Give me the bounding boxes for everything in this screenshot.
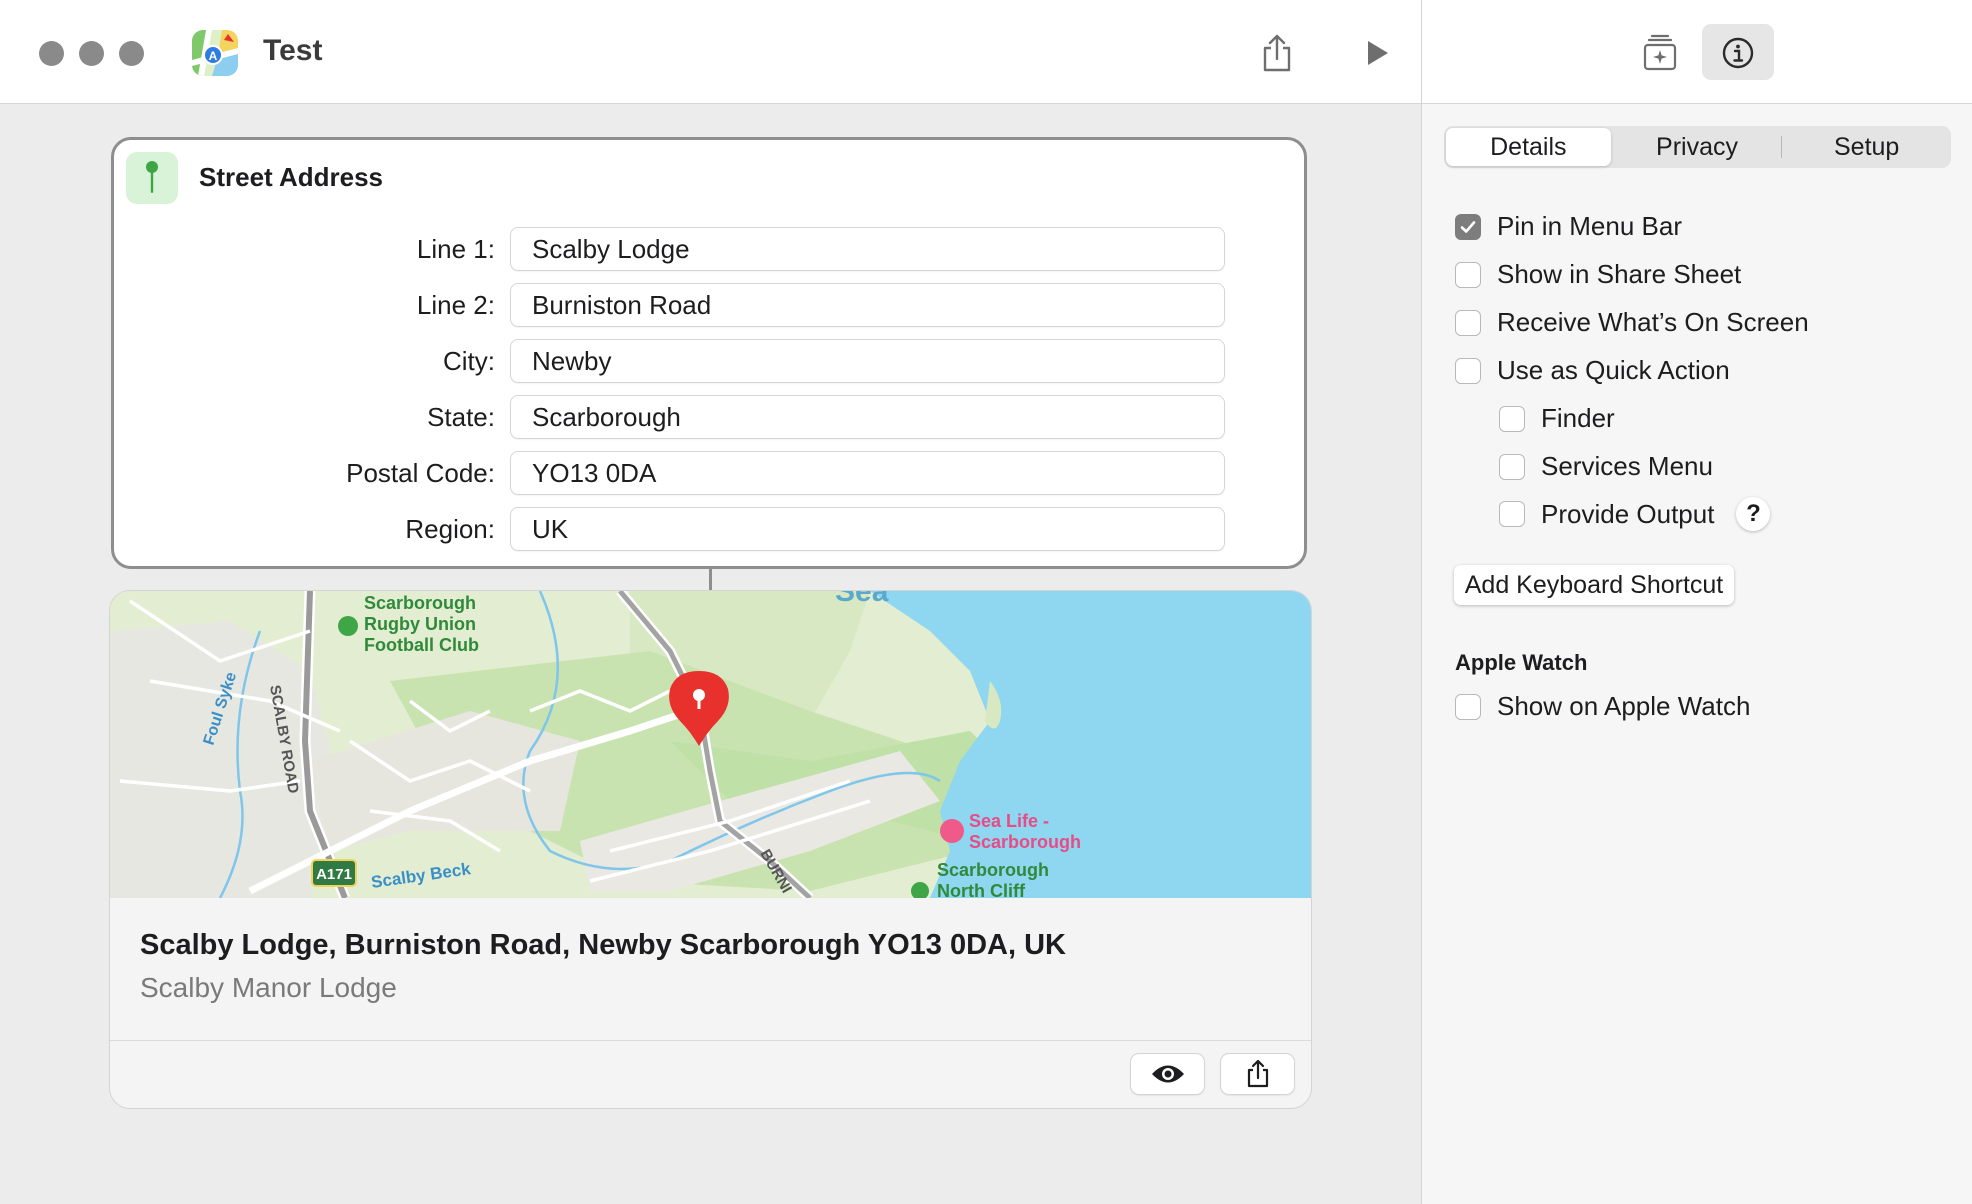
map-label-rugby-club-1: Scarborough — [364, 593, 476, 613]
line-1-label: Line 1: — [416, 234, 495, 264]
minimize-window-button[interactable] — [79, 41, 104, 66]
result-address-title: Scalby Lodge, Burniston Road, Newby Scar… — [140, 929, 1067, 961]
show-in-share-sheet-checkbox[interactable] — [1455, 261, 1481, 288]
action-connector — [709, 569, 712, 591]
run-shortcut-button[interactable] — [1352, 28, 1402, 78]
state-field[interactable]: Scarborough — [511, 396, 1224, 438]
option-show-in-share-sheet[interactable]: Show in Share Sheet — [1455, 259, 1741, 290]
map-label-sea-life-1: Sea Life - — [969, 811, 1049, 831]
map-preview[interactable]: Scarborough Rugby Union Football Club Fo… — [110, 591, 1311, 898]
window-title: Test — [263, 34, 323, 67]
option-finder[interactable]: Finder — [1499, 403, 1615, 434]
region-field[interactable]: UK — [511, 508, 1224, 550]
line-1-field[interactable]: Scalby Lodge — [511, 228, 1224, 270]
option-provide-output[interactable]: Provide Output ? — [1499, 497, 1771, 531]
eye-icon — [1151, 1065, 1184, 1083]
tab-details[interactable]: Details — [1446, 128, 1611, 166]
show-on-apple-watch-checkbox[interactable] — [1455, 693, 1481, 720]
info-icon — [1722, 37, 1754, 69]
option-label: Use as Quick Action — [1497, 355, 1730, 385]
zoom-window-button[interactable] — [119, 41, 144, 66]
maps-app-icon: A — [192, 30, 238, 76]
state-label: State: — [427, 402, 495, 432]
postal-code-label: Postal Code: — [346, 458, 495, 488]
share-button[interactable] — [1252, 28, 1302, 78]
pin-in-menu-bar-checkbox[interactable] — [1455, 213, 1481, 240]
add-to-library-button[interactable] — [1635, 28, 1685, 78]
play-icon — [1368, 41, 1388, 65]
map-label-rugby-club-2: Rugby Union — [364, 614, 476, 634]
add-keyboard-shortcut-button[interactable]: Add Keyboard Shortcut — [1454, 565, 1734, 605]
add-to-library-icon — [1643, 34, 1677, 71]
window-toolbar: A Test — [0, 0, 1421, 104]
result-share-button[interactable] — [1221, 1054, 1294, 1094]
result-divider — [110, 1040, 1311, 1041]
tab-divider — [1781, 136, 1783, 158]
option-label: Receive What’s On Screen — [1497, 307, 1809, 337]
close-window-button[interactable] — [39, 41, 64, 66]
share-icon — [1247, 1059, 1268, 1088]
share-icon — [1263, 34, 1291, 72]
option-receive-whats-on-screen[interactable]: Receive What’s On Screen — [1455, 307, 1809, 338]
help-button[interactable]: ? — [1736, 497, 1771, 531]
option-pin-in-menu-bar[interactable]: Pin in Menu Bar — [1455, 211, 1682, 242]
city-label: City: — [443, 346, 495, 376]
tab-setup[interactable]: Setup — [1784, 128, 1949, 166]
quick-look-button[interactable] — [1131, 1054, 1204, 1094]
result-place-name: Scalby Manor Lodge — [140, 972, 397, 1003]
option-label: Show in Share Sheet — [1497, 259, 1742, 289]
option-show-on-apple-watch[interactable]: Show on Apple Watch — [1455, 691, 1750, 722]
svg-text:A: A — [209, 49, 218, 63]
map-label-rugby-club-3: Football Club — [364, 635, 479, 655]
map-label-sea-life-2: Scarborough — [969, 832, 1081, 852]
finder-checkbox[interactable] — [1499, 405, 1525, 432]
map-label-north-cliff-2: North Cliff — [937, 881, 1026, 898]
map-label-road-number: A171 — [316, 866, 352, 883]
postal-code-field[interactable]: YO13 0DA — [511, 452, 1224, 494]
provide-output-checkbox[interactable] — [1499, 501, 1525, 527]
map-label-north-cliff-1: Scarborough — [937, 860, 1049, 880]
services-menu-checkbox[interactable] — [1499, 453, 1525, 480]
map-label-sea: Sea — [835, 591, 889, 608]
option-use-as-quick-action[interactable]: Use as Quick Action — [1455, 355, 1730, 386]
location-pin-icon — [126, 152, 178, 204]
option-services-menu[interactable]: Services Menu — [1499, 451, 1713, 482]
city-field[interactable]: Newby — [511, 340, 1224, 382]
line-2-field[interactable]: Burniston Road — [511, 284, 1224, 326]
region-label: Region: — [405, 514, 495, 544]
sidebar-tab-bar: Details Privacy Setup — [1444, 126, 1951, 168]
sidebar-toolbar — [1422, 0, 1972, 104]
line-2-label: Line 2: — [416, 290, 495, 320]
info-button-glyph[interactable] — [1713, 28, 1763, 78]
option-label: Services Menu — [1541, 451, 1713, 481]
option-label: Provide Output — [1541, 498, 1715, 529]
receive-whats-on-screen-checkbox[interactable] — [1455, 309, 1481, 336]
tab-privacy[interactable]: Privacy — [1615, 128, 1780, 166]
apple-watch-heading: Apple Watch — [1455, 650, 1588, 675]
address-result-card: Scarborough Rugby Union Football Club Fo… — [110, 591, 1311, 1108]
use-as-quick-action-checkbox[interactable] — [1455, 357, 1481, 384]
option-label: Pin in Menu Bar — [1497, 211, 1682, 241]
option-label: Show on Apple Watch — [1497, 691, 1751, 721]
option-label: Finder — [1541, 403, 1615, 433]
street-address-title: Street Address — [199, 162, 383, 192]
